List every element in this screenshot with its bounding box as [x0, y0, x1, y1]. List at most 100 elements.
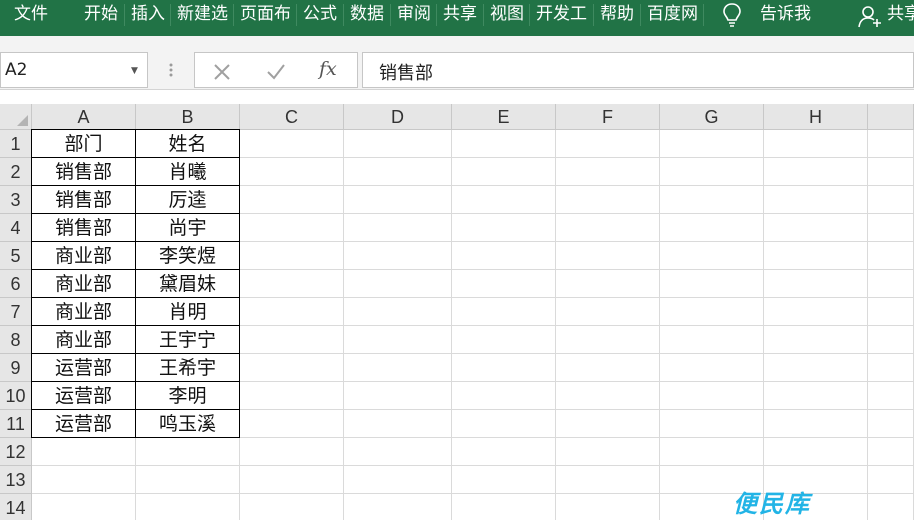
grid-cell[interactable]	[764, 326, 868, 354]
grid-cell[interactable]	[868, 326, 914, 354]
grid-cell[interactable]	[452, 326, 556, 354]
grid-cell[interactable]	[660, 130, 764, 158]
column-header[interactable]: H	[764, 104, 868, 130]
row-header[interactable]: 14	[0, 494, 32, 520]
grid-cell[interactable]	[344, 130, 452, 158]
grid-cell[interactable]	[660, 326, 764, 354]
grid-cell[interactable]	[136, 438, 240, 466]
grid-cell[interactable]: 李笑煜	[136, 242, 240, 270]
row-header[interactable]: 4	[0, 214, 32, 242]
grid-cell[interactable]	[556, 270, 660, 298]
grid-cell[interactable]: 李明	[136, 382, 240, 410]
grid-cell[interactable]	[868, 186, 914, 214]
grid-cell[interactable]	[32, 466, 136, 494]
ribbon-tab[interactable]: 视图	[490, 0, 524, 28]
grid-cell[interactable]	[32, 438, 136, 466]
grid-cell[interactable]: 运营部	[31, 410, 136, 438]
grid-cell[interactable]: 商业部	[31, 326, 136, 354]
ribbon-tab[interactable]: 审阅	[397, 0, 431, 28]
grid-cell[interactable]	[868, 410, 914, 438]
row-header[interactable]: 1	[0, 130, 32, 158]
grid-cell[interactable]	[344, 158, 452, 186]
grid-cell[interactable]	[556, 130, 660, 158]
column-header[interactable]: E	[452, 104, 556, 130]
tell-me-label[interactable]: 告诉我	[760, 0, 811, 28]
grid-cell[interactable]	[344, 242, 452, 270]
ribbon-tab[interactable]: 帮助	[600, 0, 634, 28]
grid-cell[interactable]	[764, 130, 868, 158]
grid-cell[interactable]	[764, 298, 868, 326]
grid-cell[interactable]	[764, 438, 868, 466]
grid-cell[interactable]	[868, 242, 914, 270]
grid-cell[interactable]	[344, 214, 452, 242]
ribbon-tab[interactable]: 百度网	[647, 0, 698, 28]
ribbon-tab[interactable]: 新建选	[177, 0, 228, 28]
grid-cell[interactable]	[452, 270, 556, 298]
grid-cell[interactable]	[556, 354, 660, 382]
grid-cell[interactable]: 王宇宁	[136, 326, 240, 354]
grid-cell[interactable]: 销售部	[31, 214, 136, 242]
grid-cell[interactable]	[556, 298, 660, 326]
grid-cell[interactable]	[240, 158, 344, 186]
column-header[interactable]: B	[136, 104, 240, 130]
grid-cell[interactable]	[344, 326, 452, 354]
grid-cell[interactable]	[240, 270, 344, 298]
formula-input[interactable]: 销售部	[362, 52, 914, 88]
close-icon[interactable]	[211, 61, 233, 83]
grid-cell[interactable]	[868, 214, 914, 242]
grid-cell[interactable]	[240, 382, 344, 410]
grid-cell[interactable]: 鸣玉溪	[136, 410, 240, 438]
grid-cell[interactable]: 厉逵	[136, 186, 240, 214]
grid-cell[interactable]	[344, 298, 452, 326]
grid-cell[interactable]	[452, 214, 556, 242]
grid-cell[interactable]	[556, 242, 660, 270]
grid-cell[interactable]	[660, 270, 764, 298]
grip-icon[interactable]	[166, 56, 176, 84]
grid-cell[interactable]	[32, 494, 136, 520]
grid-cell[interactable]: 销售部	[31, 186, 136, 214]
grid-cell[interactable]	[868, 494, 914, 520]
grid-cell[interactable]	[764, 354, 868, 382]
column-header[interactable]: F	[556, 104, 660, 130]
grid-cell[interactable]	[556, 466, 660, 494]
grid-cell[interactable]	[660, 214, 764, 242]
grid-cell[interactable]	[240, 354, 344, 382]
row-header[interactable]: 5	[0, 242, 32, 270]
grid-cell[interactable]	[240, 130, 344, 158]
grid-cell[interactable]	[344, 270, 452, 298]
grid-cell[interactable]	[344, 186, 452, 214]
column-header[interactable]: A	[32, 104, 136, 130]
lightbulb-icon[interactable]	[721, 2, 743, 28]
grid-cell[interactable]	[868, 298, 914, 326]
grid-cell[interactable]	[868, 382, 914, 410]
grid-cell[interactable]	[136, 494, 240, 520]
grid-cell[interactable]: 黛眉妹	[136, 270, 240, 298]
grid-cell[interactable]	[240, 326, 344, 354]
grid-cell[interactable]: 销售部	[31, 158, 136, 186]
grid-cell[interactable]	[660, 354, 764, 382]
grid-cell[interactable]	[556, 410, 660, 438]
grid-cell[interactable]	[452, 298, 556, 326]
column-header[interactable]: G	[660, 104, 764, 130]
ribbon-tab[interactable]: 文件	[14, 0, 48, 28]
grid-cell[interactable]	[344, 382, 452, 410]
grid-cell[interactable]	[764, 158, 868, 186]
grid-cell[interactable]	[660, 438, 764, 466]
row-header[interactable]: 12	[0, 438, 32, 466]
row-header[interactable]: 6	[0, 270, 32, 298]
grid-cell[interactable]	[660, 410, 764, 438]
grid-cell[interactable]: 商业部	[31, 270, 136, 298]
grid-cell[interactable]	[452, 354, 556, 382]
grid-cell[interactable]	[764, 270, 868, 298]
grid-cell[interactable]	[452, 410, 556, 438]
grid-cell[interactable]	[660, 242, 764, 270]
grid-cell[interactable]	[868, 130, 914, 158]
grid-cell[interactable]: 运营部	[31, 382, 136, 410]
grid-cell[interactable]	[452, 130, 556, 158]
grid-cell[interactable]	[660, 158, 764, 186]
grid-cell[interactable]: 部门	[31, 129, 136, 158]
grid-cell[interactable]	[452, 494, 556, 520]
grid-cell[interactable]	[240, 298, 344, 326]
grid-cell[interactable]	[556, 326, 660, 354]
grid-cell[interactable]	[240, 494, 344, 520]
